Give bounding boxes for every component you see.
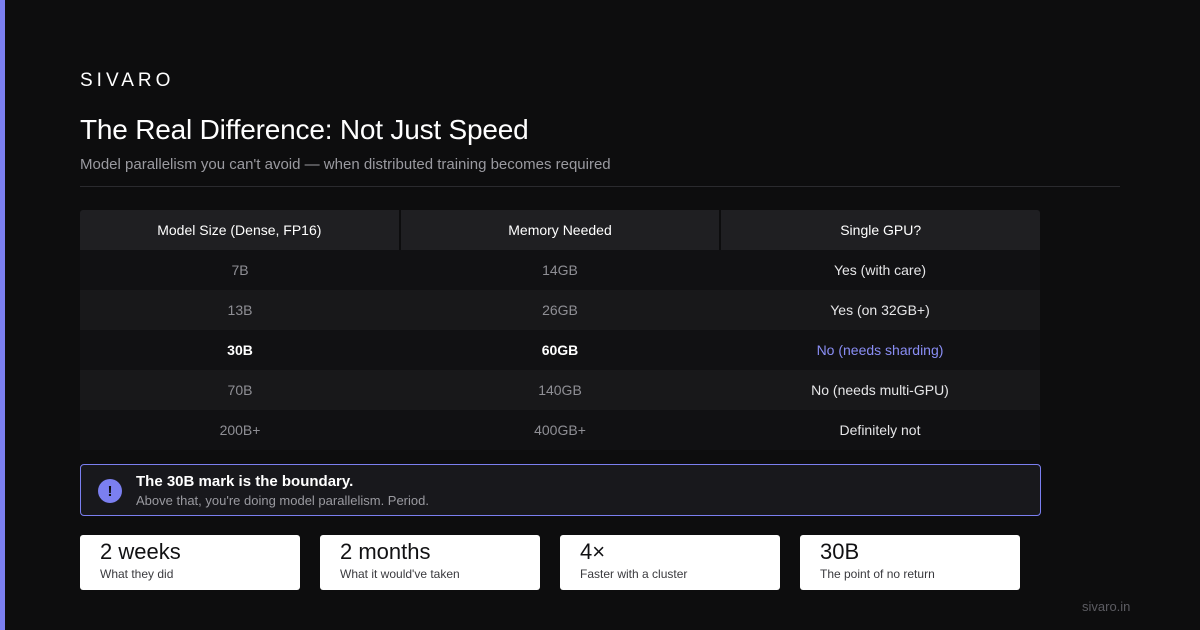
stat-value: 2 weeks	[100, 539, 181, 564]
cell-single-gpu: No (needs sharding)	[816, 342, 944, 358]
cell-single-gpu: Definitely not	[839, 422, 921, 438]
table-row: 7B 14GB Yes (with care)	[80, 250, 1040, 290]
cell-memory: 400GB+	[534, 422, 586, 438]
exclamation-icon: !	[98, 479, 122, 503]
left-accent-bar	[0, 0, 5, 630]
stat-label: What they did	[100, 567, 174, 581]
stat-value: 4×	[580, 539, 606, 564]
header-memory-needed: Memory Needed	[400, 210, 720, 250]
table-row: 70B 140GB No (needs multi-GPU)	[80, 370, 1040, 410]
cell-model-size: 13B	[227, 302, 253, 318]
header-single-gpu: Single GPU?	[721, 210, 1041, 250]
cell-single-gpu: Yes (on 32GB+)	[830, 302, 930, 318]
header-divider	[80, 186, 1120, 187]
stat-card: 2 months What it would've taken	[320, 535, 540, 590]
cell-memory: 14GB	[542, 262, 578, 278]
cell-single-gpu: No (needs multi-GPU)	[811, 382, 949, 398]
stat-value: 30B	[820, 539, 860, 564]
stat-label: Faster with a cluster	[580, 567, 688, 581]
callout-text: Above that, you're doing model paralleli…	[136, 493, 429, 508]
stats-row: 2 weeks What they did 2 months What it w…	[80, 535, 1020, 590]
stat-card: 2 weeks What they did	[80, 535, 300, 590]
stat-card: 30B The point of no return	[800, 535, 1020, 590]
table-row: 200B+ 400GB+ Definitely not	[80, 410, 1040, 450]
header-model-size: Model Size (Dense, FP16)	[80, 210, 399, 250]
page-subtitle: Model parallelism you can't avoid — when…	[80, 156, 611, 173]
model-memory-table: Model Size (Dense, FP16) Memory Needed S…	[80, 210, 1041, 450]
stat-value: 2 months	[340, 539, 431, 564]
table-row-highlight: 30B 60GB No (needs sharding)	[80, 330, 1040, 370]
cell-model-size: 200B+	[219, 422, 261, 438]
brand-logo: SIVARO	[80, 70, 175, 91]
callout-title: The 30B mark is the boundary.	[136, 473, 354, 490]
table-row: 13B 26GB Yes (on 32GB+)	[80, 290, 1040, 330]
cell-model-size: 70B	[227, 382, 253, 398]
cell-memory: 140GB	[538, 382, 582, 398]
stat-label: The point of no return	[820, 567, 935, 581]
stat-label: What it would've taken	[340, 567, 460, 581]
cell-memory: 26GB	[542, 302, 578, 318]
stat-card: 4× Faster with a cluster	[560, 535, 780, 590]
cell-single-gpu: Yes (with care)	[833, 262, 927, 278]
cell-model-size: 30B	[227, 342, 253, 358]
page-title: The Real Difference: Not Just Speed	[80, 114, 529, 145]
boundary-callout: ! The 30B mark is the boundary. Above th…	[80, 464, 1041, 516]
cell-model-size: 7B	[231, 262, 249, 278]
footer-url[interactable]: sivaro.in	[1082, 599, 1130, 614]
table-header-row: Model Size (Dense, FP16) Memory Needed S…	[80, 210, 1041, 250]
cell-memory: 60GB	[541, 342, 579, 358]
